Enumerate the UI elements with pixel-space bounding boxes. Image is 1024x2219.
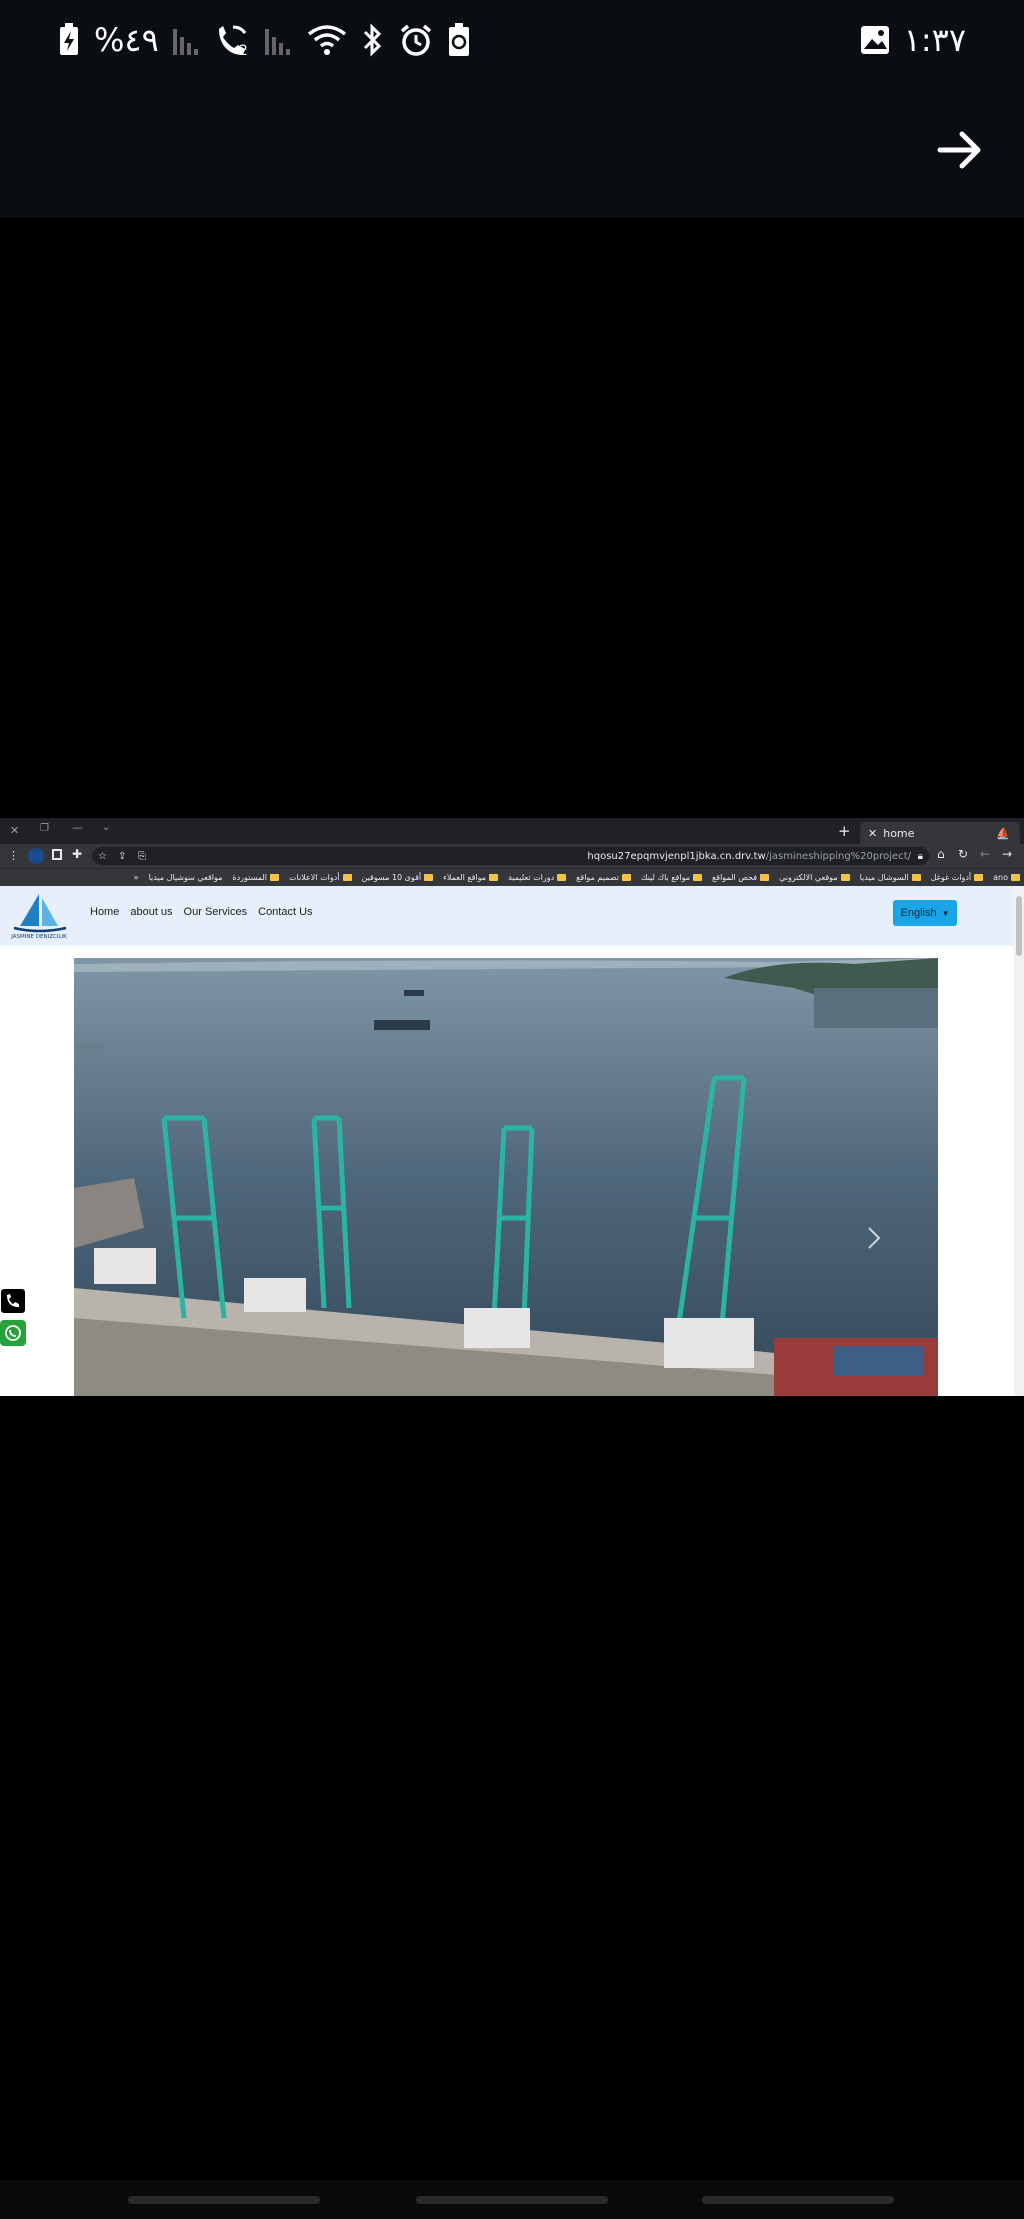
status-right: ١:٣٧ (860, 20, 966, 60)
restore-window-icon[interactable]: ❐ (40, 823, 49, 834)
tab-home[interactable]: ✕ home ⛵ (860, 822, 1020, 844)
profile-icon[interactable] (28, 848, 44, 864)
gesture-handle-left[interactable] (128, 2196, 320, 2204)
forward-arrow-icon[interactable] (932, 122, 988, 178)
folder-icon (489, 874, 499, 881)
reload-icon[interactable]: ↻ (958, 847, 968, 861)
tab-search-icon[interactable]: ⌄ (102, 822, 110, 833)
folder-icon (424, 874, 434, 881)
logo-text: JASMINE DENIZCILIK (10, 934, 67, 940)
bookmark-star-icon[interactable]: ☆ (98, 851, 107, 862)
page-scrollbar[interactable] (1014, 886, 1024, 1396)
tab-close-icon[interactable]: ✕ (868, 827, 877, 840)
close-window-icon[interactable]: ✕ (10, 824, 19, 837)
bookmark-folder[interactable]: فحص المواقع (712, 873, 770, 882)
gallery-icon (860, 26, 889, 54)
bookmark-folder[interactable]: السوشال ميديا (860, 873, 921, 882)
battery-percent: %٤٩ (94, 21, 159, 59)
folder-icon (557, 874, 567, 881)
status-bar: %٤٩ 2 ١:٣٧ (0, 0, 1024, 218)
minimize-window-icon[interactable]: — (72, 821, 83, 834)
back-icon[interactable]: → (1002, 847, 1012, 861)
home-icon[interactable]: ⌂ (937, 847, 945, 861)
menu-icon[interactable]: ⋮ (8, 849, 19, 862)
whatsapp-button[interactable] (0, 1320, 26, 1346)
web-page: JASMINE DENIZCILIK Home about us Our Ser… (0, 886, 1014, 1396)
address-bar[interactable]: ☆ ⇪ ⎘ hqosu27epqmvjenpl1jbka.cn.drv.tw/j… (92, 847, 929, 865)
sidebar-icon[interactable] (52, 849, 62, 860)
site-logo[interactable]: JASMINE DENIZCILIK (6, 892, 72, 940)
language-dropdown[interactable]: English ▼ (893, 900, 957, 926)
tab-bar: ✕ ❐ — ⌄ + ✕ home ⛵ (0, 818, 1024, 844)
scroll-thumb[interactable] (1016, 896, 1022, 956)
more-bookmarks-icon[interactable]: » (134, 873, 139, 882)
bluetooth-icon (363, 23, 381, 57)
new-tab-icon[interactable]: + (838, 822, 851, 840)
nav-home[interactable]: Home (90, 906, 119, 918)
folder-icon (840, 874, 850, 881)
folder-icon (1011, 874, 1020, 881)
bookmark-folder[interactable]: مواقع باك لينك (641, 873, 702, 882)
bookmark-folder[interactable]: أقوى 10 مسوقين (362, 873, 434, 882)
bookmark-folder[interactable]: المستوردة (232, 873, 280, 882)
status-left: %٤٩ 2 (58, 20, 471, 60)
folder-icon (270, 874, 280, 881)
folder-icon (621, 874, 631, 881)
browser-toolbar: ⋮ ✚ ☆ ⇪ ⎘ hqosu27epqmvjenpl1jbka.cn.drv.… (0, 844, 1024, 868)
folder-icon (693, 874, 702, 881)
nav-contact-us[interactable]: Contact Us (258, 906, 312, 918)
nav-about-us[interactable]: about us (130, 906, 172, 918)
signal-icon (172, 29, 198, 55)
whatsapp-icon (5, 1325, 21, 1341)
hero-carousel-image (74, 958, 938, 1396)
caret-down-icon: ▼ (941, 908, 950, 918)
phone-icon (7, 1294, 19, 1307)
clock: ١:٣٧ (903, 21, 966, 59)
url-path: /jasmineshipping%20project/ (765, 850, 911, 862)
alarm-icon (400, 24, 431, 56)
bookmark-folder[interactable]: دورات تعليمية (508, 873, 567, 882)
install-icon[interactable]: ⎘ (138, 851, 146, 862)
gesture-handle-center[interactable] (416, 2196, 608, 2204)
bookmarks-bar: ano أدوات غوغل السوشال ميديا موقعي الالك… (0, 868, 1024, 886)
folder-icon (342, 874, 352, 881)
nav-our-services[interactable]: Our Services (184, 906, 248, 918)
bookmark-folder[interactable]: مواقع العملاء (443, 873, 499, 882)
favicon-icon: ⛵ (996, 826, 1010, 840)
browser-window: ✕ ❐ — ⌄ + ✕ home ⛵ ⋮ ✚ ☆ ⇪ ⎘ hqosu27epqm… (0, 818, 1024, 1396)
battery-charging-icon (60, 23, 78, 55)
bookmark-folder[interactable]: أدوات الاعلانات (289, 873, 352, 882)
bookmark-folder[interactable]: مواقعي سوشيال ميديا (149, 873, 223, 882)
url-host: hqosu27epqmvjenpl1jbka.cn.drv.tw (587, 850, 766, 862)
lock-icon: 🔒︎ (917, 850, 923, 862)
gesture-handle-right[interactable] (702, 2196, 894, 2204)
forward-icon[interactable]: ← (980, 847, 990, 861)
folder-icon (911, 874, 921, 881)
folder-icon (760, 874, 770, 881)
tab-title: home (883, 826, 915, 840)
folder-icon (974, 874, 984, 881)
bookmark-folder[interactable]: موقعي الالكتروني (779, 873, 850, 882)
language-label: English (900, 907, 937, 919)
site-header: JASMINE DENIZCILIK Home about us Our Ser… (0, 886, 1014, 946)
bookmark-folder[interactable]: تصميم مواقع (576, 873, 631, 882)
svg-text:2: 2 (239, 43, 248, 57)
wifi-icon (307, 25, 346, 55)
share-icon[interactable]: ⇪ (118, 851, 126, 862)
battery-saver-icon (448, 23, 469, 56)
main-nav: Home about us Our Services Contact Us (90, 906, 313, 918)
signal-icon (264, 29, 290, 55)
phone-call-button[interactable] (0, 1288, 26, 1314)
bookmark-folder[interactable]: أدوات غوغل (931, 873, 984, 882)
wifi-call-icon: 2 (218, 25, 248, 57)
extensions-icon[interactable]: ✚ (72, 847, 82, 861)
bookmark-folder[interactable]: ano (993, 873, 1020, 882)
